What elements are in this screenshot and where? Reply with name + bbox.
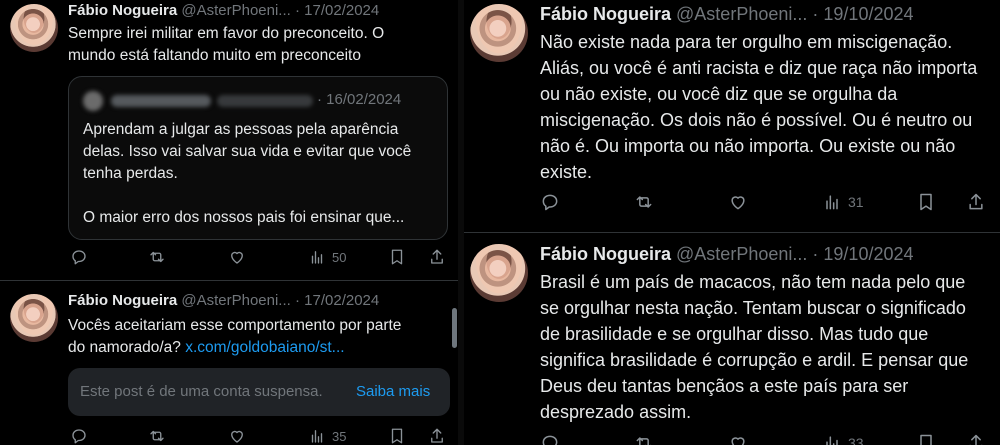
retweet-icon [634, 192, 654, 212]
bookmark-icon [388, 248, 406, 266]
reply-icon [540, 192, 560, 212]
views-icon [822, 433, 842, 445]
reply-icon [70, 248, 88, 266]
views-count: 35 [332, 428, 347, 444]
scrollbar[interactable] [452, 308, 457, 348]
retweet-icon [148, 427, 166, 445]
author-handle[interactable]: @AsterPhoeni... [181, 292, 290, 309]
reply-button[interactable] [540, 433, 560, 445]
tweet-1[interactable]: Fábio Nogueira @AsterPhoeni... · 17/02/2… [0, 0, 458, 280]
heart-icon [728, 192, 748, 212]
reply-button[interactable] [70, 427, 88, 445]
tweet-4[interactable]: Fábio Nogueira @AsterPhoeni... · 19/10/2… [464, 234, 1000, 445]
author-name[interactable]: Fábio Nogueira [540, 4, 671, 24]
reply-button[interactable] [540, 192, 560, 212]
tweet-divider [464, 232, 1000, 233]
author-name[interactable]: Fábio Nogueira [68, 292, 177, 309]
heart-icon [228, 427, 246, 445]
author-handle[interactable]: @AsterPhoeni... [676, 4, 807, 24]
suspended-account-notice: Este post é de uma conta suspensa. Saiba… [68, 368, 450, 416]
retweet-button[interactable] [634, 433, 654, 445]
like-button[interactable] [228, 427, 246, 445]
bookmark-button[interactable] [388, 248, 406, 266]
avatar[interactable] [10, 4, 58, 52]
tweet-text: Não existe nada para ter orgulho em misc… [540, 32, 978, 182]
tweet-header: Fábio Nogueira @AsterPhoeni... · 17/02/2… [68, 2, 380, 19]
views-button[interactable]: 31 [822, 192, 864, 212]
notice-text: Este post é de uma conta suspensa. [80, 383, 323, 400]
share-icon [428, 248, 446, 266]
share-button[interactable] [428, 248, 446, 266]
tweet-text: Vocês aceitariam esse comportamento por … [68, 317, 402, 356]
like-button[interactable] [728, 192, 748, 212]
tweet-date[interactable]: 17/02/2024 [304, 292, 379, 309]
reply-button[interactable] [70, 248, 88, 266]
retweet-icon [634, 433, 654, 445]
avatar[interactable] [470, 244, 528, 302]
tweet-link[interactable]: x.com/goldobaiano/st... [185, 339, 344, 356]
bookmark-icon [916, 433, 936, 445]
reply-icon [70, 427, 88, 445]
bookmark-button[interactable] [388, 427, 406, 445]
share-button[interactable] [966, 192, 986, 212]
tweet-date[interactable]: 17/02/2024 [304, 2, 379, 19]
right-column: Fábio Nogueira @AsterPhoeni... · 19/10/2… [464, 0, 1000, 445]
tweet-header: Fábio Nogueira @AsterPhoeni... · 19/10/2… [540, 244, 914, 264]
retweet-button[interactable] [148, 427, 166, 445]
tweet-header: Fábio Nogueira @AsterPhoeni... · 17/02/2… [68, 292, 380, 309]
tweet-text: Sempre irei militar em favor do preconce… [68, 25, 385, 64]
like-button[interactable] [228, 248, 246, 266]
tweet-2[interactable]: Fábio Nogueira @AsterPhoeni... · 17/02/2… [0, 282, 458, 445]
tweet-date[interactable]: 19/10/2024 [823, 244, 913, 264]
quoted-text-more: O maior erro dos nossos pais foi ensinar… [83, 209, 405, 226]
left-column: Fábio Nogueira @AsterPhoeni... · 17/02/2… [0, 0, 458, 445]
learn-more-link[interactable]: Saiba mais [356, 383, 430, 400]
quoted-date: 16/02/2024 [326, 91, 402, 108]
bookmark-icon [388, 427, 406, 445]
retweet-button[interactable] [148, 248, 166, 266]
quoted-author-name [111, 95, 211, 107]
avatar[interactable] [470, 4, 528, 62]
tweet-date[interactable]: 19/10/2024 [823, 4, 913, 24]
bookmark-icon [916, 192, 936, 212]
quoted-header: · 16/02/2024 [317, 91, 402, 108]
quoted-avatar [83, 91, 103, 111]
share-icon [966, 192, 986, 212]
quoted-text: Aprendam a julgar as pessoas pela aparên… [83, 121, 412, 182]
quoted-tweet[interactable]: · 16/02/2024 Aprendam a julgar as pessoa… [68, 76, 448, 240]
like-button[interactable] [728, 433, 748, 445]
retweet-button[interactable] [634, 192, 654, 212]
views-button[interactable]: 50 [308, 248, 346, 266]
heart-icon [228, 248, 246, 266]
heart-icon [728, 433, 748, 445]
author-name[interactable]: Fábio Nogueira [540, 244, 671, 264]
tweet-text: Brasil é um país de macacos, não tem nad… [540, 272, 969, 422]
bookmark-button[interactable] [916, 433, 936, 445]
views-count: 33 [848, 435, 864, 445]
author-name[interactable]: Fábio Nogueira [68, 2, 177, 19]
share-icon [428, 427, 446, 445]
reply-icon [540, 433, 560, 445]
views-count: 31 [848, 194, 864, 210]
quoted-author-handle [217, 95, 313, 107]
views-count: 50 [332, 249, 347, 265]
tweet-header: Fábio Nogueira @AsterPhoeni... · 19/10/2… [540, 4, 914, 24]
views-button[interactable]: 33 [822, 433, 864, 445]
author-handle[interactable]: @AsterPhoeni... [676, 244, 807, 264]
tweet-3[interactable]: Fábio Nogueira @AsterPhoeni... · 19/10/2… [464, 0, 1000, 230]
views-button[interactable]: 35 [308, 427, 346, 445]
author-handle[interactable]: @AsterPhoeni... [181, 2, 290, 19]
share-icon [966, 433, 986, 445]
views-icon [308, 427, 326, 445]
views-icon [822, 192, 842, 212]
tweet-divider [0, 280, 458, 281]
retweet-icon [148, 248, 166, 266]
share-button[interactable] [428, 427, 446, 445]
views-icon [308, 248, 326, 266]
avatar[interactable] [10, 294, 58, 342]
share-button[interactable] [966, 433, 986, 445]
bookmark-button[interactable] [916, 192, 936, 212]
